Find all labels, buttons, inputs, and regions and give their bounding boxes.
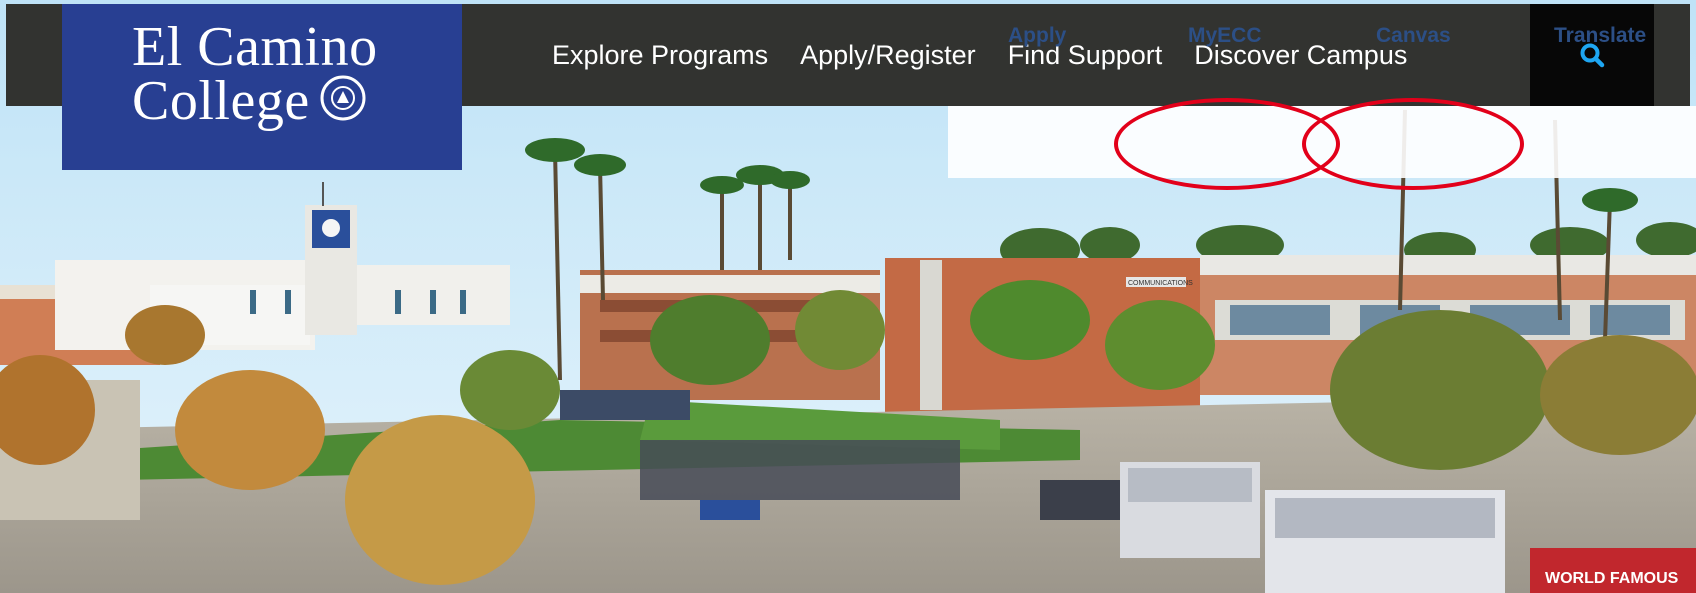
college-seal-icon xyxy=(320,75,366,121)
svg-text:COMMUNICATIONS: COMMUNICATIONS xyxy=(1128,280,1193,287)
logo-line-1: El Camino xyxy=(132,16,378,78)
utility-bar xyxy=(948,106,1696,178)
utility-apply-link[interactable]: Apply xyxy=(1008,0,1066,72)
college-logo[interactable]: El Camino College xyxy=(62,4,462,170)
logo-line-2-text: College xyxy=(132,70,310,132)
svg-text:WORLD FAMOUS: WORLD FAMOUS xyxy=(1545,570,1679,587)
nav-explore-programs[interactable]: Explore Programs xyxy=(552,40,768,71)
utility-myecc-link[interactable]: MyECC xyxy=(1188,0,1262,72)
logo-line-2: College xyxy=(132,73,462,129)
nav-apply-register[interactable]: Apply/Register xyxy=(800,40,976,71)
utility-translate-link[interactable]: Translate xyxy=(1554,0,1646,72)
main-nav: Explore Programs Apply/Register Find Sup… xyxy=(552,4,1407,106)
utility-canvas-link[interactable]: Canvas xyxy=(1376,0,1451,72)
